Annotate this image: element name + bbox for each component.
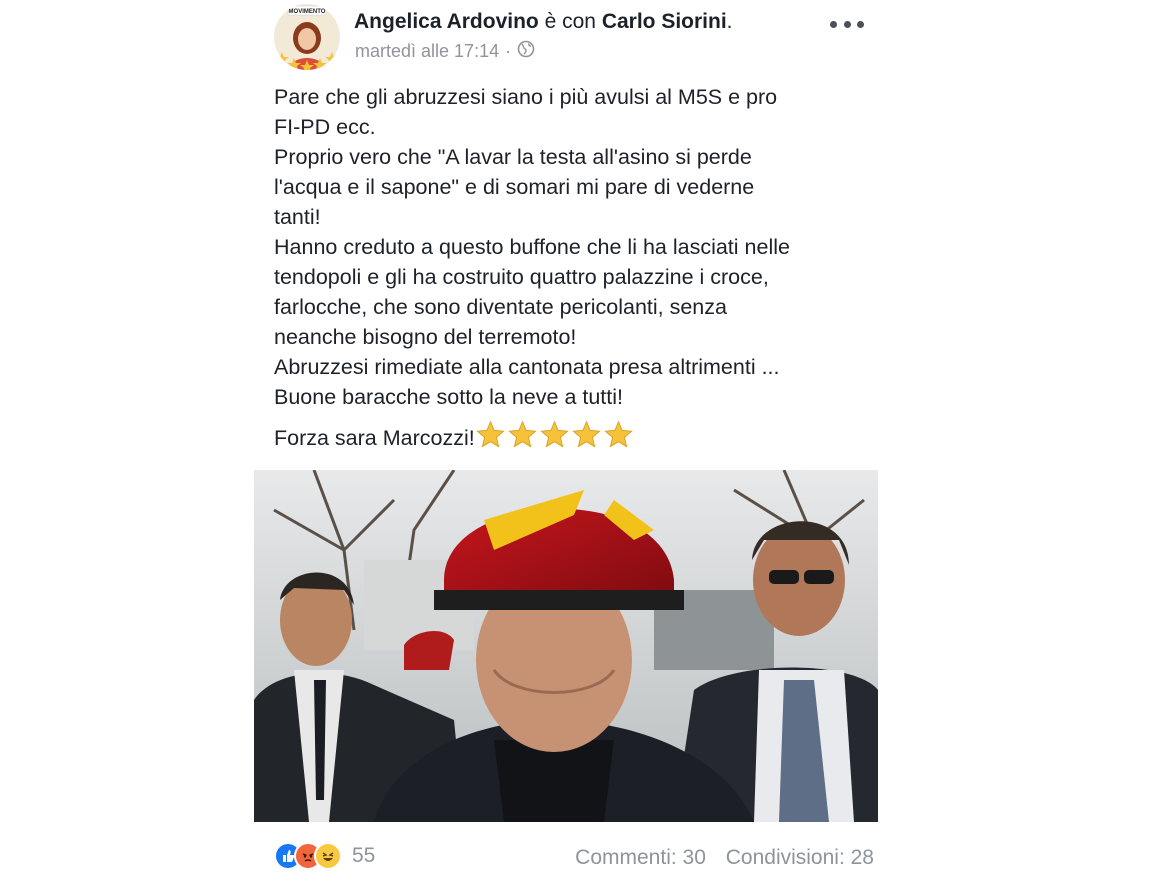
body-line: tendopoli e gli ha costruito quattro pal… [274,265,769,289]
star-emoji [571,420,601,448]
haha-icon [314,842,342,870]
dot-icon [857,20,864,28]
comments-count-link[interactable]: Commenti: 30 [575,846,706,869]
more-options-button[interactable] [830,14,864,34]
dot-icon [843,20,851,28]
post-photo[interactable] [254,470,878,822]
with-text: è con [544,10,596,33]
author-name-link[interactable]: Angelica Ardovino [354,10,539,33]
body-line: Proprio vero che "A lavar la testa all'a… [274,145,752,169]
post-header: MOVIMENTO Angelica Ardovino è con Carlo … [274,4,874,70]
facebook-post: MOVIMENTO Angelica Ardovino è con Carlo … [254,0,878,888]
globe-icon[interactable] [517,40,535,63]
star-emoji [539,420,569,448]
body-line: FI-PD ecc. [274,115,376,139]
star-emoji [475,420,505,448]
body-line: Buone baracche sotto la neve a tutti! [274,385,624,409]
photo-illustration [254,470,878,822]
body-line: Pare che gli abruzzesi siano i più avuls… [274,85,778,109]
shares-count-link[interactable]: Condivisioni: 28 [726,846,874,869]
post-timestamp[interactable]: martedì alle 17:14 [355,41,499,62]
post-footer: 55 Commenti: 30 Condivisioni: 28 [274,838,874,878]
body-line: Hanno creduto a questo buffone che li ha… [274,235,790,259]
star-emoji-group [475,420,634,449]
dot-icon [830,20,837,28]
closing-text: Forza sara Marcozzi! [274,426,475,450]
author-avatar[interactable]: MOVIMENTO [274,4,340,70]
tagged-name-link[interactable]: Carlo Siorini [602,10,727,33]
meta-separator: · [505,41,512,61]
reaction-count: 55 [352,844,376,867]
body-line: neanche bisogno del terremoto! [274,325,577,349]
body-line: Abruzzesi rimediate alla cantonata presa… [274,355,780,379]
star-emoji [507,420,537,448]
star-emoji [603,420,633,448]
engagement-counts: Commenti: 30 Condivisioni: 28 [561,846,874,870]
tagged-suffix: . [726,10,733,33]
author-line: Angelica Ardovino è con Carlo Siorini. [354,10,733,34]
body-line: l'acqua e il sapone" e di somari mi pare… [274,175,755,199]
post-body: Pare che gli abruzzesi siano i più avuls… [274,82,874,453]
closing-line: Forza sara Marcozzi! [274,420,874,453]
svg-text:MOVIMENTO: MOVIMENTO [289,9,326,15]
body-line: tanti! [274,205,321,229]
post-meta: martedì alle 17:14 · [355,40,535,63]
body-line: farlocche, che sono diventate pericolant… [274,295,727,319]
reactions-summary[interactable]: 55 [274,842,375,870]
